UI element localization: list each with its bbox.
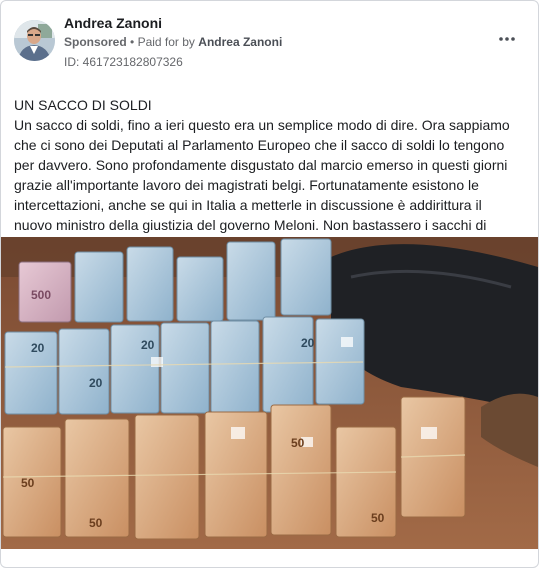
sponsor-line: Sponsored • Paid for by Andrea Zanoni <box>64 35 282 49</box>
banknote-label: 50 <box>89 516 103 530</box>
banknote-label: 50 <box>21 476 35 490</box>
payer-name: Andrea Zanoni <box>198 35 283 49</box>
cash-bundles-photo: 20 20 20 20 50 50 50 50 500 <box>1 237 538 549</box>
post-header: Andrea Zanoni Sponsored • Paid for by An… <box>1 1 538 79</box>
sponsored-label: Sponsored <box>64 35 127 49</box>
post-body: Un sacco di soldi, fino a ieri questo er… <box>14 117 510 253</box>
banknote-label: 50 <box>371 511 385 525</box>
banknote-label: 500 <box>31 288 51 302</box>
separator-dot: • <box>130 35 135 49</box>
banknote-label: 20 <box>89 376 103 390</box>
sponsored-post-card: Andrea Zanoni Sponsored • Paid for by An… <box>0 0 539 568</box>
banknote-label: 50 <box>291 436 305 450</box>
paid-for-label: Paid for by <box>137 35 195 49</box>
banknote-label: 20 <box>141 338 155 352</box>
ad-id: ID: 461723182807326 <box>64 55 183 69</box>
author-name[interactable]: Andrea Zanoni <box>64 15 162 31</box>
avatar-photo <box>14 20 55 61</box>
post-title: UN SACCO DI SOLDI <box>14 97 152 113</box>
more-options-button[interactable] <box>498 31 516 41</box>
more-horizontal-icon <box>499 37 515 41</box>
post-image[interactable]: 20 20 20 20 50 50 50 50 500 <box>1 237 538 549</box>
banknote-label: 20 <box>31 341 45 355</box>
banknote-label: 20 <box>301 336 315 350</box>
row-middle-bundles <box>4 316 365 415</box>
avatar[interactable] <box>14 20 55 61</box>
post-text: UN SACCO DI SOLDI Un sacco di soldi, fin… <box>1 79 538 255</box>
